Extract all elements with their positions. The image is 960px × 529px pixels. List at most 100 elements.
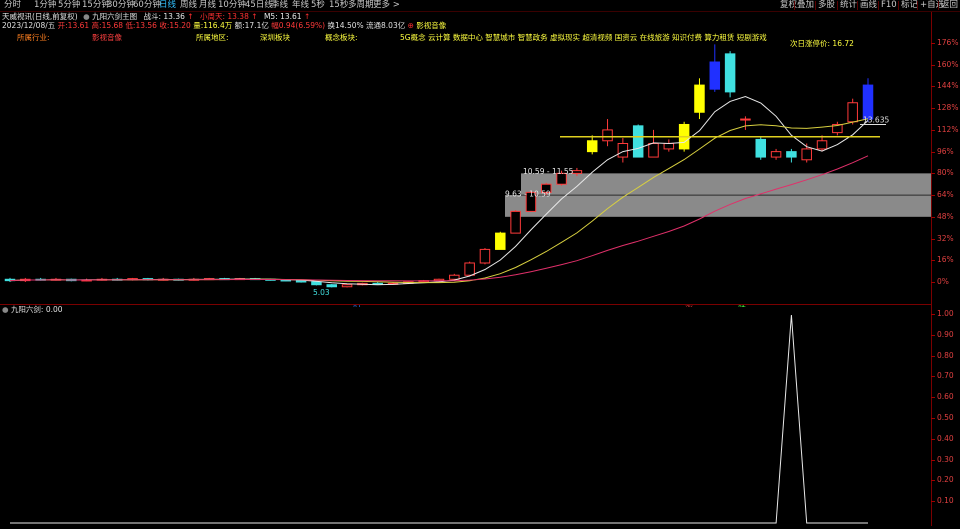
sub-y-tick-label: 0.40 [937, 433, 954, 443]
candle-body [694, 84, 705, 113]
period-tab-14[interactable]: 15秒 [329, 0, 348, 11]
candlestick-chart[interactable]: 13.63510.59 - 11.559.63 - 10.595.03财涨跌 [0, 12, 931, 314]
candle-body [464, 262, 475, 276]
period-tab-7[interactable]: 周线 [180, 0, 197, 11]
toolbar-separator [917, 1, 918, 10]
toolbar-separator [878, 1, 879, 10]
sub-y-tick-label: 0.80 [937, 350, 954, 360]
y-tick-label: 144% [937, 81, 959, 91]
period-tab-12[interactable]: 年线 [292, 0, 309, 11]
period-tab-2[interactable]: 5分钟 [58, 0, 80, 11]
period-tab-8[interactable]: 月线 [199, 0, 216, 11]
toolbar-button-3[interactable]: 统计 [840, 0, 857, 11]
period-toolbar: 分时 1分钟 5分钟 15分钟 30分钟 60分钟 日线 周线 月线 10分钟 45日线 季线 年线 5秒… [0, 0, 960, 12]
sub-y-tick-mark [931, 376, 935, 378]
sub-y-tick-mark [931, 418, 935, 419]
candle-body [663, 142, 675, 150]
toolbar-button-8[interactable]: 返回 [941, 0, 958, 11]
sub-y-tick-label: 0.10 [937, 496, 954, 506]
y-tick-mark [931, 108, 935, 110]
toolbar-button-5[interactable]: F10 [881, 0, 897, 11]
period-tab-3[interactable]: 15分钟 [82, 0, 110, 11]
toolbar-separator [837, 1, 838, 10]
y-tick-mark [931, 238, 935, 240]
candle-body [648, 142, 659, 158]
period-tab-0[interactable]: 分时 [4, 0, 21, 11]
candle-body [326, 284, 337, 288]
candle-body [755, 138, 766, 158]
candle-body [862, 84, 874, 120]
y-tick-label: 64% [937, 190, 954, 200]
y-tick-label: 80% [937, 168, 954, 178]
period-tab-5[interactable]: 60分钟 [133, 0, 161, 11]
period-tab-9[interactable]: 10分钟 [218, 0, 246, 11]
toolbar-separator [857, 1, 858, 10]
y-tick-mark [931, 151, 935, 153]
y-tick-mark [931, 260, 935, 262]
y-tick-label: 112% [937, 124, 959, 134]
period-tab-11[interactable]: 季线 [271, 0, 288, 11]
period-tab-15[interactable]: 多周期 [348, 0, 374, 11]
toolbar-separator [815, 1, 816, 10]
period-tab-10[interactable]: 45日线 [245, 0, 273, 11]
sub-y-tick-label: 0.50 [937, 413, 954, 422]
y-tick-mark [931, 216, 935, 218]
sub-y-tick-mark [931, 334, 935, 336]
y-tick-label: 0% [937, 277, 949, 286]
main-chart-panel[interactable]: 13.63510.59 - 11.559.63 - 10.595.03财涨跌 [0, 12, 932, 314]
y-tick-label: 96% [937, 146, 954, 156]
candle-body [617, 142, 629, 158]
toolbar-button-6[interactable]: 标记 [901, 0, 918, 11]
candle-body [602, 129, 613, 142]
sub-y-tick-label: 0.20 [937, 475, 954, 485]
indicator-line [10, 314, 868, 524]
toolbar-separator [898, 1, 899, 10]
sub-y-tick-mark [931, 501, 935, 503]
toolbar-button-2[interactable]: 多股 [818, 0, 835, 11]
y-tick-mark [931, 129, 935, 131]
period-tab-1[interactable]: 1分钟 [34, 0, 56, 11]
sub-y-tick-mark [931, 314, 935, 315]
toolbar-separator [794, 1, 795, 10]
candle-body [632, 125, 644, 158]
sub-y-tick-mark [931, 438, 935, 440]
sub-y-tick-mark [931, 397, 935, 399]
toolbar-separator [938, 1, 939, 10]
y-tick-mark [931, 43, 935, 44]
sub-y-tick-label: 1.00 [937, 309, 954, 318]
period-tab-16[interactable]: 更多 > [373, 0, 400, 11]
candle-body [847, 102, 858, 123]
sub-chart-panel[interactable] [0, 304, 932, 526]
sub-y-tick-label: 0.60 [937, 392, 954, 402]
box-lower-label: 9.63 - 10.59 [505, 190, 551, 199]
pressure-box-upper [521, 173, 931, 196]
y-tick-label: 48% [937, 211, 954, 221]
y-tick-mark [931, 282, 935, 283]
sub-y-tick-mark [931, 480, 935, 482]
toolbar-button-4[interactable]: 画线 [860, 0, 877, 11]
y-tick-mark [931, 173, 935, 175]
y-tick-label: 160% [937, 59, 959, 69]
box-upper-label: 10.59 - 11.55 [523, 167, 574, 176]
indicator-line-chart[interactable] [0, 305, 931, 526]
y-tick-label: 16% [937, 255, 954, 265]
candle-body [479, 248, 491, 264]
candle-body [740, 118, 751, 121]
period-tab-6[interactable]: 日线 [159, 0, 176, 11]
period-tab-13[interactable]: 5秒 [311, 0, 325, 11]
sub-y-tick-mark [931, 355, 935, 357]
candle-body [449, 274, 460, 280]
low-price-label: 5.03 [313, 288, 330, 297]
candle-body [770, 151, 782, 158]
candle-body [510, 210, 521, 234]
sub-y-tick-label: 0.30 [937, 454, 954, 464]
y-tick-label: 32% [937, 233, 954, 243]
candle-body [495, 232, 506, 250]
pressure-box-lower [505, 195, 931, 217]
y-tick-mark [931, 86, 935, 88]
candle-body [709, 61, 721, 90]
toolbar-button-1[interactable]: 叠加 [797, 0, 814, 11]
candle-body [786, 151, 797, 158]
period-tab-4[interactable]: 30分钟 [107, 0, 135, 11]
candle-body [724, 53, 736, 93]
